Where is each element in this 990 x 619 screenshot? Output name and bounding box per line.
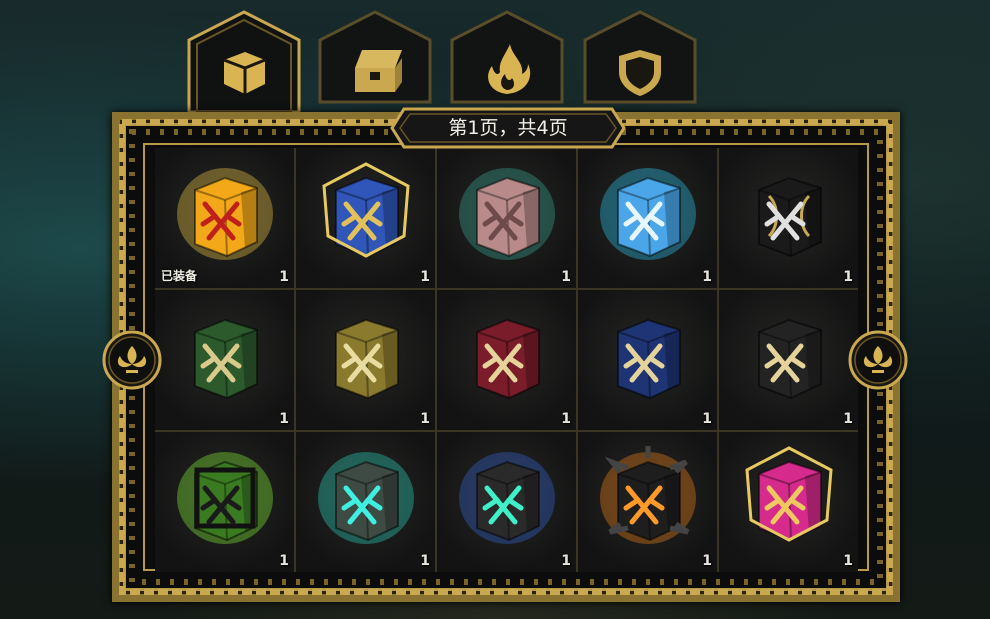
item-count: 1 [843,411,853,427]
dice-icon [223,52,266,94]
dice-icon [335,318,399,400]
fleur-de-lis-left-icon [102,330,162,390]
item-count: 1 [561,269,571,285]
dice-icon [177,452,273,544]
dice-slot[interactable]: 已装备 1 [155,148,294,288]
shield-icon [619,50,661,96]
item-count: 1 [279,269,289,285]
dice-slot[interactable]: 1 [578,290,717,430]
item-count: 1 [420,411,430,427]
next-page-button[interactable] [848,330,908,390]
item-count: 1 [843,553,853,569]
dice-slot[interactable]: 1 [437,432,576,572]
dice-slot[interactable]: 1 [719,432,858,572]
flame-icon [488,44,531,94]
dice-slot[interactable]: 1 [719,290,858,430]
dice-slot[interactable]: 1 [296,432,435,572]
dice-icon [476,318,540,400]
dice-icon [177,168,273,260]
dice-grid: 已装备 1 1 1 1 1 1 1 1 1 1 1 1 1 1 1 [155,148,858,572]
dice-slot[interactable]: 1 [437,290,576,430]
dice-icon [194,318,258,400]
dice-icon [459,452,555,544]
item-count: 1 [279,553,289,569]
item-count: 1 [561,553,571,569]
dice-icon [745,446,833,542]
dice-slot[interactable]: 1 [155,432,294,572]
item-count: 1 [420,269,430,285]
item-count: 1 [702,411,712,427]
dice-slot[interactable]: 1 [296,148,435,288]
item-count: 1 [843,269,853,285]
equipped-badge: 已装备 [161,269,198,283]
item-count: 1 [702,553,712,569]
dice-slot[interactable]: 1 [719,148,858,288]
page-indicator-label: 第1页，共4页 [448,117,568,139]
dice-slot[interactable]: 1 [296,290,435,430]
treasure-chest-icon [355,50,402,92]
tab-shield[interactable] [583,10,697,112]
item-count: 1 [279,411,289,427]
tab-chest[interactable] [318,10,432,112]
tab-flame[interactable] [450,10,564,112]
dice-icon [758,318,822,400]
dice-slot[interactable]: 1 [578,432,717,572]
dice-icon [322,162,410,258]
item-count: 1 [420,553,430,569]
fleur-de-lis-right-icon [848,330,908,390]
dice-slot[interactable]: 1 [437,148,576,288]
dice-icon [318,452,414,544]
page-indicator: 第1页，共4页 [390,107,626,149]
tab-dice[interactable] [187,10,301,112]
dice-icon [600,168,696,260]
dice-icon [617,318,681,400]
item-count: 1 [561,411,571,427]
item-count: 1 [702,269,712,285]
dice-slot[interactable]: 1 [578,148,717,288]
dice-icon [600,446,696,544]
prev-page-button[interactable] [102,330,162,390]
dice-icon [758,176,822,258]
dice-slot[interactable]: 1 [155,290,294,430]
dice-icon [459,168,555,260]
